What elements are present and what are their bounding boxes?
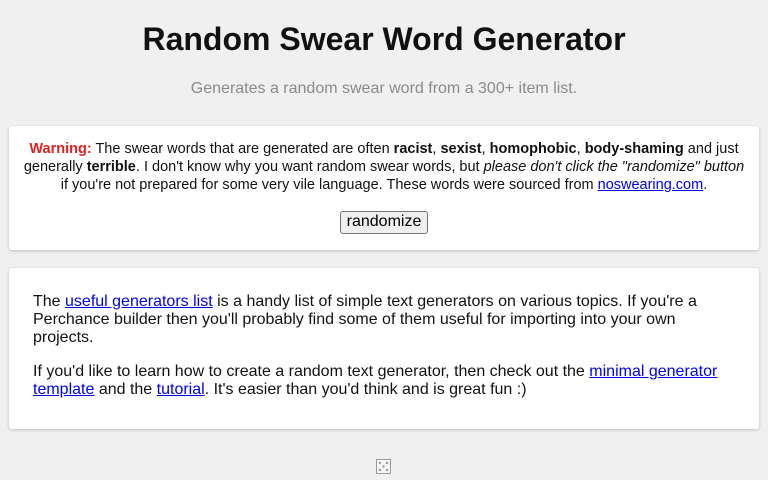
word-body-shaming: body-shaming bbox=[584, 141, 684, 157]
word-racist: racist bbox=[393, 141, 433, 157]
warning-text-part: . I don't know why you want random swear… bbox=[135, 159, 484, 175]
info-text: and the bbox=[94, 381, 157, 398]
dice-icon[interactable] bbox=[376, 459, 391, 474]
useful-generators-link[interactable]: useful generators list bbox=[65, 293, 213, 310]
info-text: The bbox=[33, 293, 66, 310]
page-title: Random Swear Word Generator bbox=[142, 21, 626, 57]
warning-text-part: The swear words that are generated are o… bbox=[91, 141, 394, 157]
noswearing-link[interactable]: noswearing.com bbox=[598, 177, 704, 193]
info-text: If you'd like to learn how to create a r… bbox=[33, 363, 590, 380]
warning-card: Warning: The swear words that are genera… bbox=[9, 126, 759, 250]
warning-text: Warning: The swear words that are genera… bbox=[23, 140, 745, 194]
word-sexist: sexist bbox=[440, 141, 482, 157]
warning-label: Warning: bbox=[29, 141, 92, 157]
word-homophobic: homophobic bbox=[489, 141, 577, 157]
info-paragraph-1: The useful generators list is a handy li… bbox=[33, 293, 735, 347]
page-subtitle: Generates a random swear word from a 300… bbox=[190, 80, 578, 97]
info-card: The useful generators list is a handy li… bbox=[9, 268, 759, 429]
info-text: . It's easier than you'd think and is gr… bbox=[204, 381, 527, 398]
tutorial-link[interactable]: tutorial bbox=[157, 381, 205, 398]
warning-text-part: if you're not prepared for some very vil… bbox=[60, 177, 598, 193]
warning-text-part: . bbox=[703, 177, 708, 193]
separator: , bbox=[576, 141, 585, 157]
info-paragraph-2: If you'd like to learn how to create a r… bbox=[33, 363, 735, 399]
warning-emphasis: please don't click the "randomize" butto… bbox=[483, 159, 745, 175]
word-terrible: terrible bbox=[86, 159, 136, 175]
separator: , bbox=[481, 141, 490, 157]
randomize-button[interactable]: randomize bbox=[339, 211, 429, 234]
